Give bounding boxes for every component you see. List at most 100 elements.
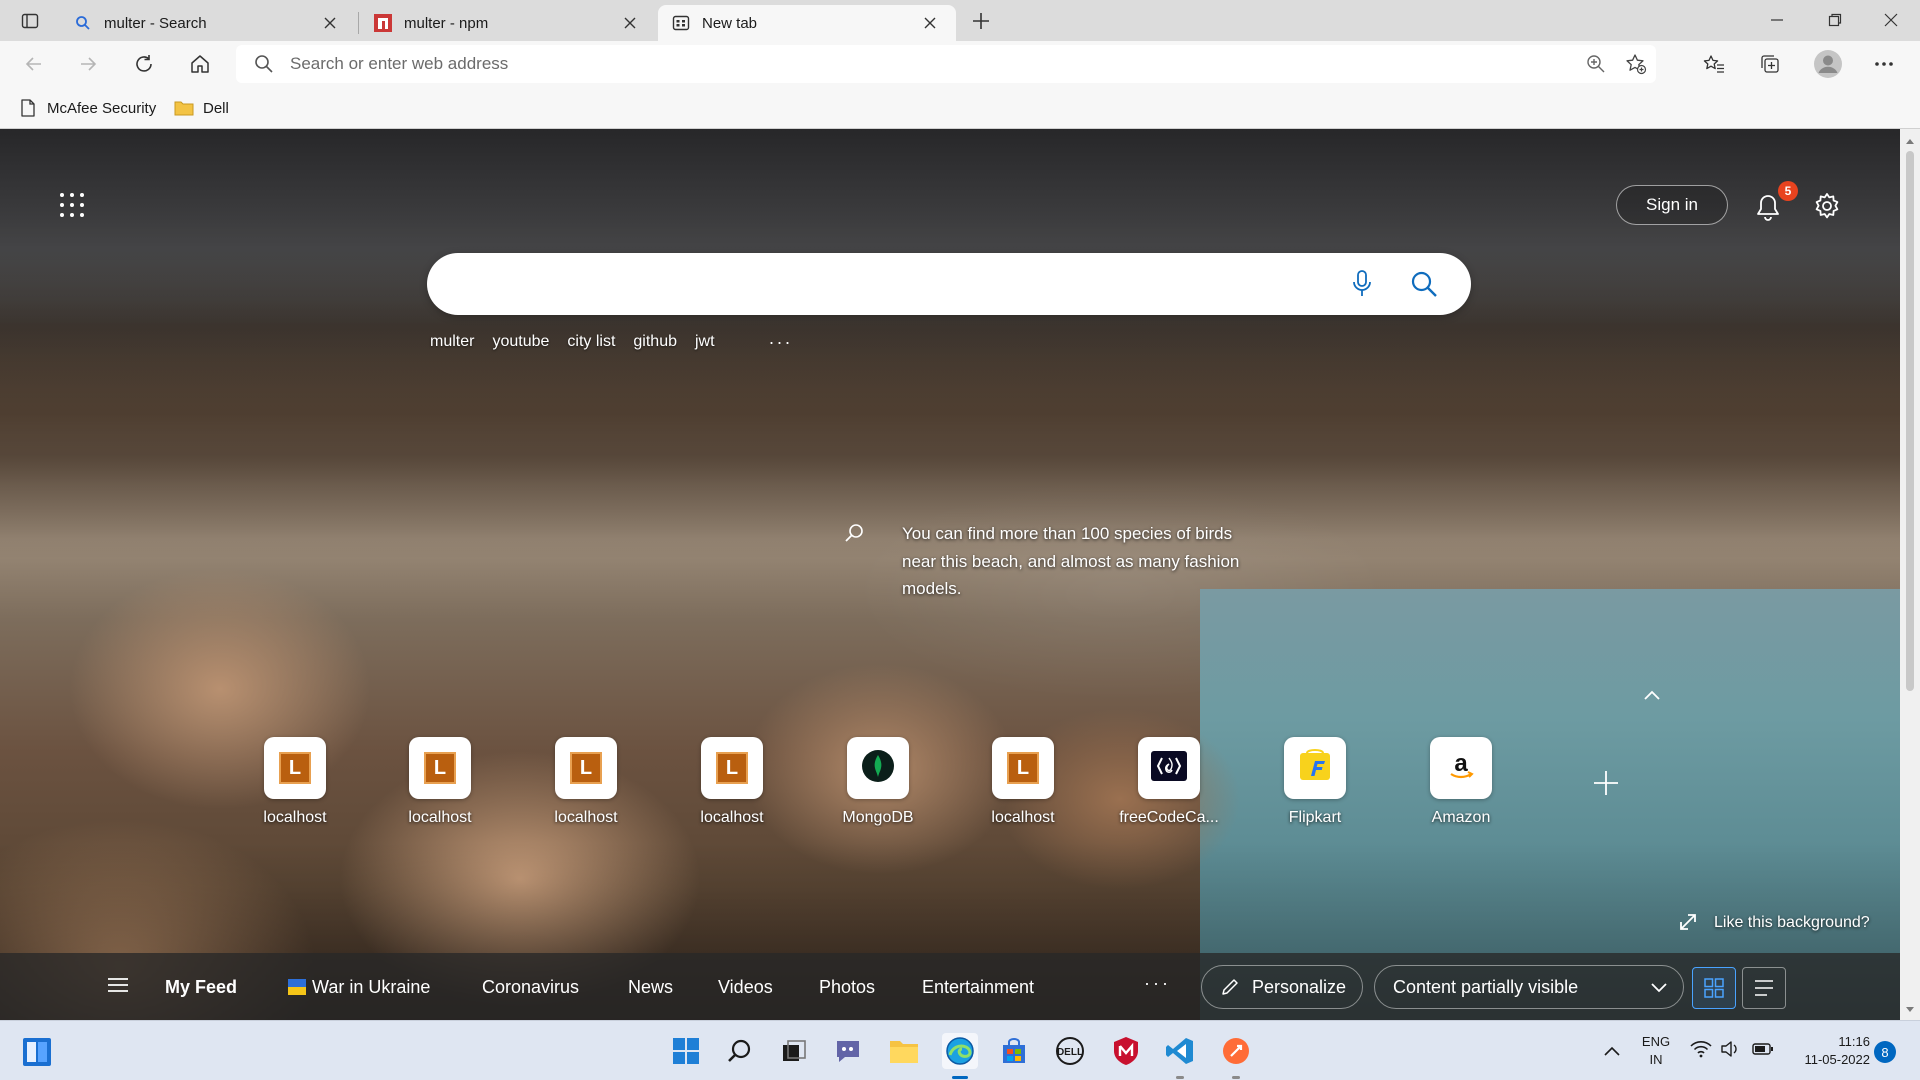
quick-link-mongodb[interactable]: MongoDB [823, 737, 933, 827]
start-windows-icon[interactable] [668, 1033, 704, 1069]
address-input[interactable] [290, 54, 1576, 74]
quick-link-localhost[interactable]: L localhost [385, 737, 495, 827]
content-visibility-dropdown[interactable]: Content partially visible [1374, 965, 1684, 1009]
scrollbar-thumb[interactable] [1906, 151, 1914, 691]
scroll-up-icon[interactable] [1904, 135, 1916, 147]
quick-link-localhost[interactable]: L localhost [677, 737, 787, 827]
feed-tab-entertainment[interactable]: Entertainment [922, 975, 1034, 999]
close-window-icon[interactable] [1862, 0, 1920, 40]
search-submit-icon[interactable] [1405, 265, 1443, 303]
forward-icon[interactable] [70, 46, 106, 82]
clock[interactable]: 11:16 11-05-2022 [1790, 1033, 1870, 1069]
feed-tab-photos[interactable]: Photos [819, 975, 875, 999]
feed-tab-news[interactable]: News [628, 975, 673, 999]
notification-badge: 5 [1778, 181, 1798, 201]
personalize-label: Personalize [1252, 976, 1347, 997]
profile-avatar[interactable] [1810, 46, 1846, 82]
quick-link-localhost[interactable]: L localhost [531, 737, 641, 827]
apps-launcher-icon[interactable] [58, 191, 86, 219]
localhost-l-icon: L [279, 752, 311, 784]
quick-link-localhost[interactable]: L localhost [968, 737, 1078, 827]
quick-link-label: Amazon [1431, 809, 1491, 826]
postman-icon[interactable] [1218, 1033, 1254, 1069]
file-explorer-icon[interactable] [886, 1033, 922, 1069]
tab-multer-npm[interactable]: multer - npm [360, 5, 656, 41]
zoom-icon[interactable] [1576, 48, 1616, 80]
quick-link-label: MongoDB [842, 809, 914, 826]
vscode-icon[interactable] [1162, 1033, 1198, 1069]
like-background-label: Like this background? [1714, 914, 1870, 931]
suggestion-chip[interactable]: jwt [695, 333, 715, 351]
collections-icon[interactable] [1752, 46, 1788, 82]
restore-icon[interactable] [1806, 0, 1864, 40]
add-favorite-icon[interactable] [1616, 48, 1656, 80]
favorite-dell-folder[interactable]: Dell [174, 95, 229, 121]
new-tab-plus-icon[interactable] [965, 7, 997, 35]
feed-tab-my-feed[interactable]: My Feed [165, 975, 237, 999]
task-view-icon[interactable] [776, 1033, 812, 1069]
feed-tab-videos[interactable]: Videos [718, 975, 773, 999]
hamburger-menu-icon[interactable] [106, 975, 130, 999]
quick-link-flipkart[interactable]: Flipkart [1260, 737, 1370, 827]
like-background-link[interactable]: Like this background? [1678, 912, 1870, 934]
microphone-icon[interactable] [1345, 267, 1379, 301]
sign-in-button[interactable]: Sign in [1616, 185, 1728, 225]
scroll-down-icon[interactable] [1904, 1002, 1916, 1014]
close-tab-icon[interactable] [318, 11, 342, 35]
mcafee-icon[interactable] [1108, 1033, 1144, 1069]
suggestion-chip[interactable]: github [633, 333, 677, 351]
tab-actions-icon[interactable] [14, 8, 46, 34]
suggestion-chip[interactable]: city list [567, 333, 615, 351]
system-tray-icons[interactable] [1690, 1033, 1774, 1069]
more-suggestions-icon[interactable]: ··· [769, 332, 793, 353]
settings-gear-icon[interactable] [1810, 189, 1844, 223]
more-options-icon[interactable] [1866, 46, 1902, 82]
refresh-icon[interactable] [126, 46, 162, 82]
quick-link-freecodecamp[interactable]: freeCodeCa... [1114, 737, 1224, 827]
minimize-icon[interactable] [1748, 0, 1806, 40]
expand-arrow-icon [1678, 912, 1700, 934]
grid-layout-icon[interactable] [1692, 967, 1736, 1009]
active-app-indicator [952, 1076, 968, 1079]
address-bar[interactable] [236, 45, 1656, 83]
home-icon[interactable] [182, 46, 218, 82]
dell-icon[interactable]: DELL [1052, 1033, 1088, 1069]
web-search-box[interactable] [427, 253, 1471, 315]
pencil-icon [1220, 977, 1240, 997]
show-hidden-icons-chevron-up-icon[interactable] [1594, 1033, 1630, 1069]
suggestion-chip[interactable]: multer [430, 333, 474, 351]
background-fact-text[interactable]: You can find more than 100 species of bi… [902, 520, 1252, 603]
search-icon[interactable] [722, 1033, 758, 1069]
page-scrollbar[interactable] [1900, 129, 1920, 1020]
chevron-down-icon [1651, 977, 1667, 998]
quick-link-amazon[interactable]: a Amazon [1406, 737, 1516, 827]
favorite-mcafee-security[interactable]: McAfee Security [18, 95, 156, 121]
notification-center-badge[interactable]: 8 [1874, 1041, 1896, 1063]
quick-link-tile [1138, 737, 1200, 799]
tab-new-tab[interactable]: New tab [658, 5, 956, 41]
close-tab-icon[interactable] [918, 11, 942, 35]
quick-link-localhost[interactable]: L localhost [240, 737, 350, 827]
microsoft-store-icon[interactable] [996, 1033, 1032, 1069]
feed-more-icon[interactable]: ··· [1144, 973, 1171, 994]
feed-tab-war-in-ukraine[interactable]: War in Ukraine [288, 975, 430, 999]
edge-browser-icon[interactable] [942, 1033, 978, 1069]
back-icon[interactable] [16, 46, 52, 82]
favorites-icon[interactable] [1696, 46, 1732, 82]
chevron-up-icon[interactable] [1640, 683, 1664, 707]
volume-icon [1720, 1040, 1740, 1063]
image-search-icon[interactable] [844, 522, 868, 546]
feed-tab-coronavirus[interactable]: Coronavirus [482, 975, 579, 999]
list-layout-icon[interactable] [1742, 967, 1786, 1009]
tab-multer-search[interactable]: multer - Search [60, 5, 356, 41]
suggestion-chip[interactable]: youtube [492, 333, 549, 351]
teams-chat-icon[interactable] [830, 1033, 866, 1069]
widgets-icon[interactable] [22, 1037, 52, 1067]
personalize-button[interactable]: Personalize [1201, 965, 1363, 1009]
input-language-indicator[interactable]: ENG IN [1638, 1033, 1674, 1069]
quick-link-tile [1284, 737, 1346, 799]
web-search-input[interactable] [455, 267, 1335, 301]
new-tab-page: Sign in 5 multer youtube city list githu… [0, 129, 1920, 1020]
add-quick-link-plus-icon[interactable] [1592, 769, 1620, 797]
close-tab-icon[interactable] [618, 11, 642, 35]
